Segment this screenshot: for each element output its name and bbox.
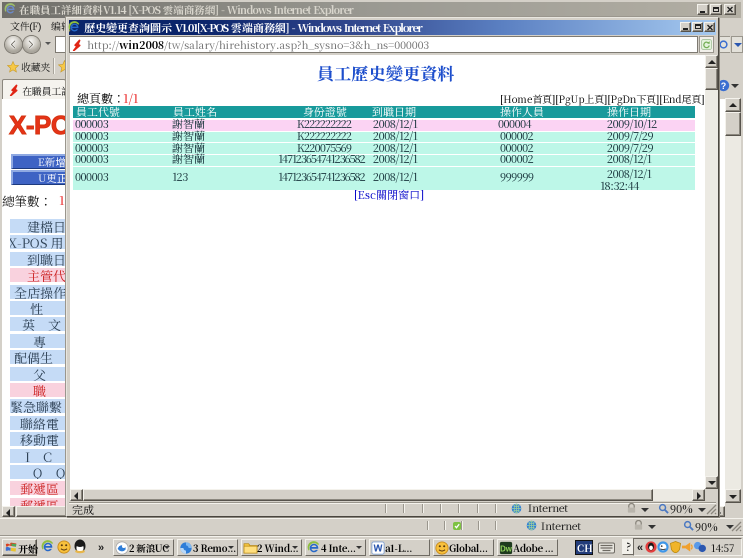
svg-text:?: ? [721, 81, 726, 91]
svg-text:Dw: Dw [500, 545, 513, 554]
